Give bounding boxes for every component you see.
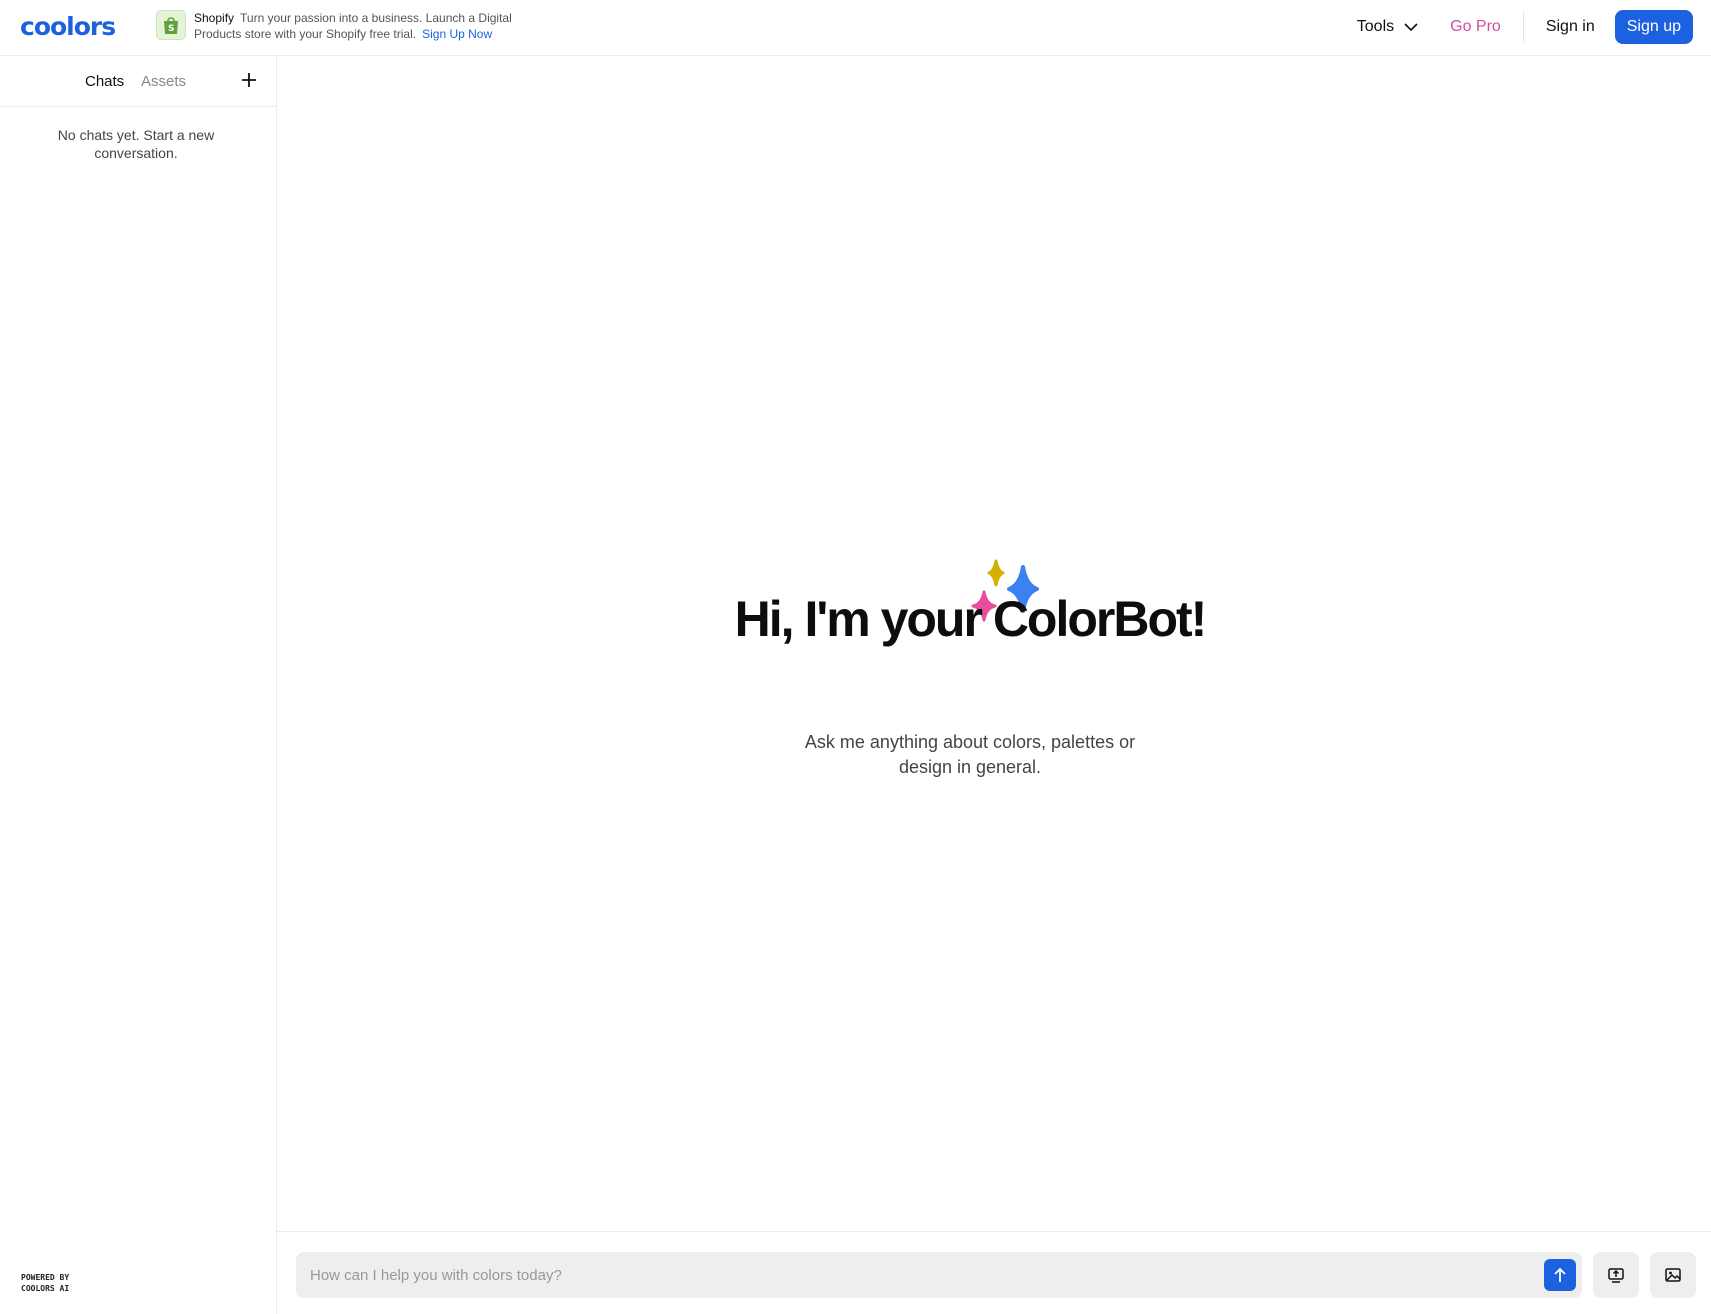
image-icon [1665, 1268, 1681, 1282]
upload-button[interactable] [1593, 1252, 1639, 1298]
svg-text:S: S [168, 24, 174, 34]
shopify-ad[interactable]: S Shopify Turn your passion into a busine… [156, 10, 526, 42]
top-header: coolors S Shopify Turn your passion into … [0, 0, 1711, 56]
coolors-logo[interactable]: coolors [20, 12, 116, 41]
image-button[interactable] [1650, 1252, 1696, 1298]
sign-up-button[interactable]: Sign up [1614, 10, 1693, 44]
nav-divider [1522, 11, 1524, 43]
sidebar: Chats Assets No chats yet. Start a new c… [0, 56, 277, 1314]
send-button[interactable] [1544, 1259, 1576, 1291]
shopify-bag-icon: S [156, 10, 186, 40]
arrow-up-icon [1554, 1267, 1566, 1282]
tools-menu[interactable]: Tools [1357, 18, 1418, 36]
plus-icon[interactable] [240, 71, 258, 89]
tools-label: Tools [1356, 18, 1395, 35]
chat-main: Hi, I'm your ColorBot! Ask me anything a… [277, 56, 1711, 1314]
tab-assets[interactable]: Assets [141, 73, 186, 90]
powered-by-line1: POWERED BY [21, 1273, 70, 1282]
ad-brand: Shopify [194, 11, 235, 25]
ad-cta-link[interactable]: Sign Up Now [422, 27, 492, 41]
chat-input[interactable] [310, 1252, 1510, 1298]
ad-text-block: Shopify Turn your passion into a business… [194, 10, 526, 42]
powered-by-badge: POWERED BY COOLORS AI [21, 1272, 69, 1294]
sign-in-link[interactable]: Sign in [1546, 18, 1595, 36]
upload-icon [1608, 1268, 1624, 1283]
powered-by-line2: COOLORS AI [21, 1284, 70, 1293]
message-composer [277, 1231, 1711, 1314]
chat-input-box[interactable] [296, 1252, 1582, 1298]
empty-chats-message: No chats yet. Start a new conversation. [57, 127, 215, 161]
go-pro-link[interactable]: Go Pro [1450, 18, 1501, 36]
welcome-subtitle: Ask me anything about colors, palettes o… [804, 732, 1136, 777]
welcome-heading: Hi, I'm your ColorBot! [734, 591, 1208, 647]
tab-chats[interactable]: Chats [85, 73, 124, 90]
sidebar-tabs: Chats Assets [0, 56, 276, 107]
chevron-down-icon [1404, 22, 1418, 31]
top-nav: Tools Go Pro Sign in Sign up [1357, 10, 1693, 44]
